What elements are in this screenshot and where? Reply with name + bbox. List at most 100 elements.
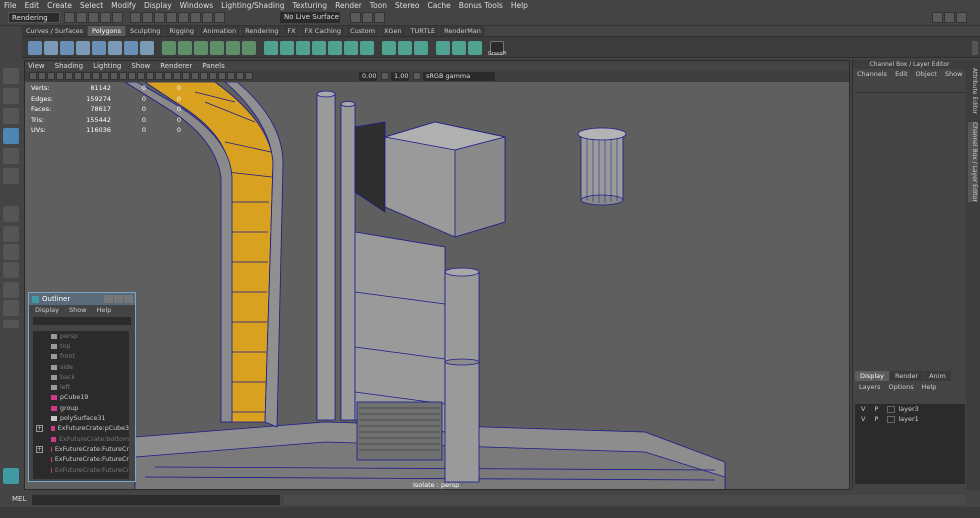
shelf-tab-renderman[interactable]: RenderMan [440,26,485,36]
bridge-icon[interactable] [280,41,294,55]
persp-graph-icon[interactable] [3,262,19,278]
channel-menu-object[interactable]: Object [916,69,937,80]
outliner-menu-help[interactable]: Help [97,305,112,316]
move-tool-icon[interactable] [3,128,19,144]
outliner-menu-show[interactable]: Show [69,305,87,316]
gamma-field[interactable]: 1.00 [391,72,409,81]
menu-edit[interactable]: Edit [25,1,40,10]
toggle-attribute-icon[interactable] [932,12,943,23]
gamma-icon[interactable] [381,72,389,80]
wireframe-on-shaded-icon[interactable] [137,72,145,80]
select-component-icon[interactable] [154,12,165,23]
outliner-item[interactable]: front [33,352,129,362]
outliner-item[interactable]: + ExFutureCrate:pCube3 [33,424,129,434]
viewport-menu-view[interactable]: View [28,61,45,71]
layer-color-swatch[interactable] [887,405,896,413]
append-icon[interactable] [328,41,342,55]
snap-curve-icon[interactable] [178,12,189,23]
outliner-menu-display[interactable]: Display [35,305,59,316]
fill-hole-icon[interactable] [312,41,326,55]
depth-of-field-icon[interactable] [200,72,208,80]
safe-action-icon[interactable] [101,72,109,80]
shelf-tab-rigging[interactable]: Rigging [165,26,198,36]
minimize-icon[interactable] [104,295,113,303]
undo-icon[interactable] [100,12,111,23]
smooth-shade-icon[interactable] [128,72,136,80]
merge-icon[interactable] [382,41,396,55]
attribute-editor-tab[interactable]: Attribute Editor [968,68,978,114]
redo-icon[interactable] [112,12,123,23]
paint-select-icon[interactable] [3,108,19,124]
resolution-gate-icon[interactable] [74,72,82,80]
snap-plane-icon[interactable] [202,12,213,23]
planar-map-icon[interactable] [452,41,466,55]
motion-blur-icon[interactable] [182,72,190,80]
camera-attr-icon[interactable] [29,72,37,80]
menu-cache[interactable]: Cache [427,1,450,10]
render-view-icon[interactable] [214,12,225,23]
new-scene-icon[interactable] [64,12,75,23]
textured-icon[interactable] [146,72,154,80]
outliner-item[interactable]: left [33,382,129,392]
viewport-menu-shading[interactable]: Shading [55,61,83,71]
menu-windows[interactable]: Windows [180,1,213,10]
layer-menu-help[interactable]: Help [922,383,937,391]
menu-bonus-tools[interactable]: Bonus Tools [459,1,503,10]
wireframe-icon[interactable] [119,72,127,80]
film-gate-icon[interactable] [65,72,73,80]
layer-row[interactable]: V Player3 [855,404,965,414]
menu-render[interactable]: Render [335,1,362,10]
collapse-icon[interactable] [414,41,428,55]
menu-lighting-shading[interactable]: Lighting/Shading [221,1,284,10]
viewport-menu-lighting[interactable]: Lighting [93,61,121,71]
plane-icon[interactable] [92,41,106,55]
shelf-tab-polygons[interactable]: Polygons [88,26,125,36]
xray-joints-icon[interactable] [227,72,235,80]
torus-icon[interactable] [108,41,122,55]
extract-icon[interactable] [194,41,208,55]
separate-icon[interactable] [178,41,192,55]
cylinder-icon[interactable] [60,41,74,55]
layer-visibility-toggle[interactable]: V [861,415,865,423]
outliner-item[interactable]: ExFutureCrate:FutureCr [33,455,129,465]
outliner-item[interactable]: persp [33,331,129,341]
outliner-item[interactable]: ExFutureCrate:FutureCr [33,465,129,475]
open-scene-icon[interactable] [76,12,87,23]
expand-icon[interactable]: + [36,445,43,453]
color-management-icon[interactable] [413,72,421,80]
scale-tool-icon[interactable] [3,168,19,184]
bevel-icon[interactable] [296,41,310,55]
expand-icon[interactable]: + [36,425,43,433]
layer-menu-options[interactable]: Options [889,383,914,391]
shelf-tab-xgen[interactable]: XGen [379,26,406,36]
viewport-menu-show[interactable]: Show [131,61,150,71]
outliner-window[interactable]: Outliner Display Show Help persp top front si… [28,292,136,482]
gate-mask-icon[interactable] [83,72,91,80]
shelf-tab-sculpting[interactable]: Sculpting [125,26,165,36]
helix-icon[interactable] [140,41,154,55]
anti-alias-icon[interactable] [191,72,199,80]
save-scene-icon[interactable] [88,12,99,23]
pipe-icon[interactable] [124,41,138,55]
menu-texturing[interactable]: Texturing [292,1,327,10]
cube-icon[interactable] [44,41,58,55]
select-object-icon[interactable] [142,12,153,23]
field-chart-icon[interactable] [92,72,100,80]
toggle-channelbox-icon[interactable] [944,12,955,23]
channel-menu-channels[interactable]: Channels [857,69,887,80]
command-input[interactable] [32,495,280,505]
cone-icon[interactable] [76,41,90,55]
lights-icon[interactable] [155,72,163,80]
combine-icon[interactable] [162,41,176,55]
booleans-icon[interactable] [210,41,224,55]
select-tool-icon[interactable] [3,68,19,84]
close-icon[interactable] [124,295,133,303]
xray-components-icon[interactable] [236,72,244,80]
shadows-icon[interactable] [164,72,172,80]
layer-tab-display[interactable]: Display [855,371,889,381]
menu-set-dropdown[interactable]: Rendering [8,12,60,23]
menu-select[interactable]: Select [80,1,103,10]
exposure-icon[interactable] [245,72,253,80]
sphere-icon[interactable] [28,41,42,55]
menu-stereo[interactable]: Stereo [395,1,419,10]
